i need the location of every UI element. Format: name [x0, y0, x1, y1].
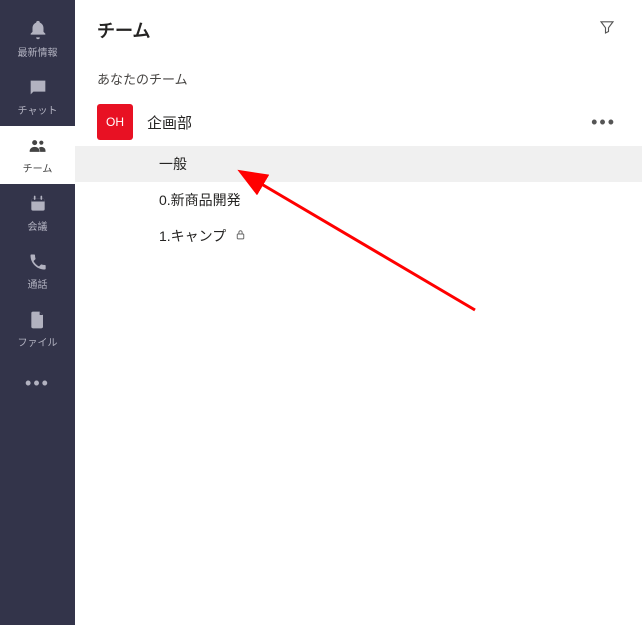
sidebar-item-files[interactable]: ファイル: [0, 300, 75, 358]
your-teams-label: あなたのチーム: [75, 57, 642, 98]
bell-icon: [27, 19, 49, 41]
lock-icon: [234, 228, 247, 244]
team-name: 企画部: [147, 112, 573, 133]
panel-header: チーム: [75, 0, 642, 57]
channel-item[interactable]: 0.新商品開発: [75, 182, 642, 218]
sidebar-item-label: チーム: [23, 160, 53, 175]
filter-icon: [598, 23, 616, 40]
calendar-icon: [27, 193, 49, 215]
ellipsis-icon: •••: [25, 373, 50, 394]
sidebar-item-label: 通話: [28, 276, 48, 291]
channel-item[interactable]: 1.キャンプ: [75, 218, 642, 254]
chat-icon: [27, 77, 49, 99]
sidebar-item-label: チャット: [18, 102, 58, 117]
phone-icon: [27, 251, 49, 273]
channel-item[interactable]: 一般: [75, 146, 642, 182]
channel-name: 0.新商品開発: [159, 190, 241, 210]
ellipsis-icon: •••: [591, 112, 616, 132]
sidebar-item-label: 会議: [28, 218, 48, 233]
team-more-button[interactable]: •••: [587, 112, 620, 133]
sidebar-item-chat[interactable]: チャット: [0, 68, 75, 126]
team-avatar: OH: [97, 104, 133, 140]
sidebar-item-activity[interactable]: 最新情報: [0, 10, 75, 68]
file-icon: [27, 309, 49, 331]
main-panel: チーム あなたのチーム OH 企画部 ••• 一般 0.新商品開発 1.キャンプ: [75, 0, 642, 625]
filter-button[interactable]: [594, 14, 620, 45]
sidebar-more[interactable]: •••: [0, 358, 75, 408]
sidebar-item-label: ファイル: [18, 334, 58, 349]
team-row[interactable]: OH 企画部 •••: [75, 98, 642, 146]
teams-icon: [27, 135, 49, 157]
sidebar-item-calls[interactable]: 通話: [0, 242, 75, 300]
sidebar-item-meetings[interactable]: 会議: [0, 184, 75, 242]
channel-name: 一般: [159, 154, 187, 174]
app-sidebar: 最新情報 チャット チーム 会議 通話 ファイル •••: [0, 0, 75, 625]
sidebar-item-teams[interactable]: チーム: [0, 126, 75, 184]
page-title: チーム: [97, 17, 150, 43]
sidebar-item-label: 最新情報: [18, 44, 58, 59]
channel-name: 1.キャンプ: [159, 226, 226, 246]
